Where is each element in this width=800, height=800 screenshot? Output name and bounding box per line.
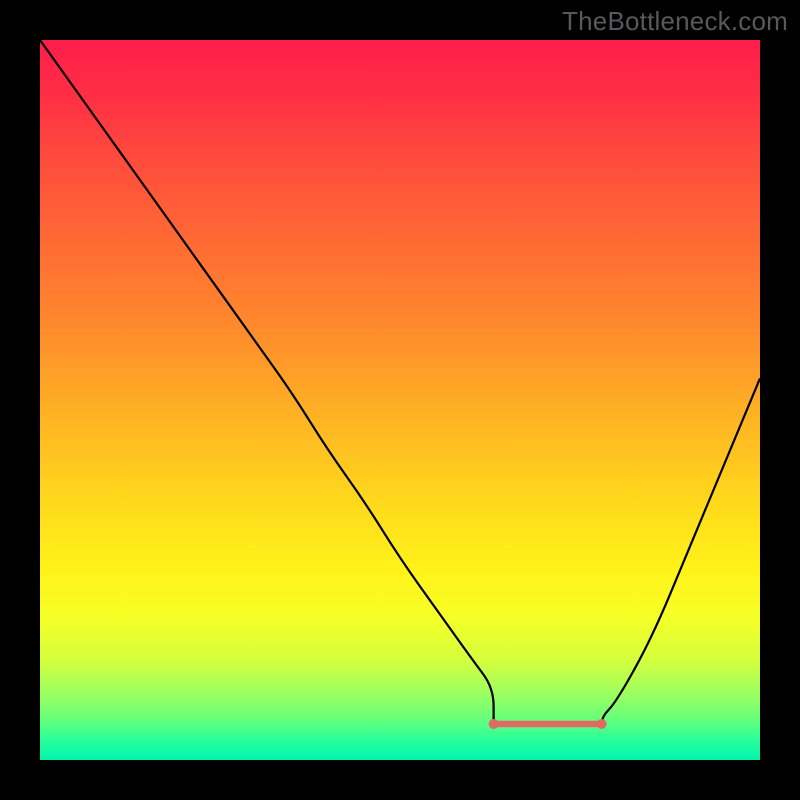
curve-left-branch <box>40 40 494 724</box>
curve-right-branch <box>602 378 760 724</box>
flat-segment-left-dot <box>489 719 499 729</box>
chart-container: TheBottleneck.com <box>0 0 800 800</box>
plot-area <box>40 40 760 760</box>
flat-segment-right-dot <box>597 719 607 729</box>
watermark-text: TheBottleneck.com <box>562 6 788 37</box>
curve-svg <box>40 40 760 760</box>
